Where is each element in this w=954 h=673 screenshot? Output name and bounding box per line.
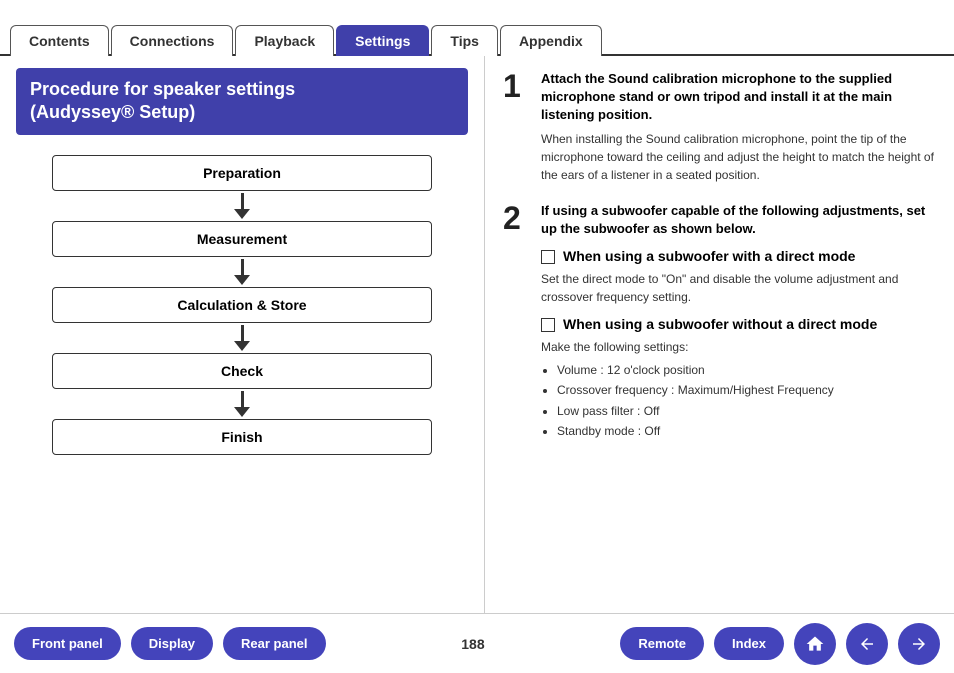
bullet-crossover: Crossover frequency : Maximum/Highest Fr…	[557, 380, 936, 400]
bottom-bar: Front panel Display Rear panel 188 Remot…	[0, 613, 954, 673]
forward-button[interactable]	[898, 623, 940, 665]
step-1-content: Attach the Sound calibration microphone …	[541, 70, 936, 184]
arrow-3	[234, 325, 250, 351]
panel-title: Procedure for speaker settings (Audyssey…	[16, 68, 468, 135]
remote-button[interactable]: Remote	[620, 627, 704, 660]
main-content: Procedure for speaker settings (Audyssey…	[0, 56, 954, 613]
sub-desc-direct-mode: Set the direct mode to "On" and disable …	[541, 270, 936, 306]
bullet-list: Volume : 12 o'clock position Crossover f…	[541, 360, 936, 442]
flow-step-measurement: Measurement	[52, 221, 432, 257]
checkbox-icon-2	[541, 318, 555, 332]
step-1-desc: When installing the Sound calibration mi…	[541, 130, 936, 184]
flowchart: Preparation Measurement Calculation & St…	[16, 151, 468, 459]
tab-settings[interactable]: Settings	[336, 25, 429, 56]
bullet-standby: Standby mode : Off	[557, 421, 936, 441]
index-button[interactable]: Index	[714, 627, 784, 660]
left-panel: Procedure for speaker settings (Audyssey…	[0, 56, 485, 613]
sub-label-direct-mode: When using a subwoofer with a direct mod…	[563, 248, 855, 264]
tab-tips[interactable]: Tips	[431, 25, 498, 56]
arrow-2	[234, 259, 250, 285]
display-button[interactable]: Display	[131, 627, 213, 660]
tab-appendix[interactable]: Appendix	[500, 25, 602, 56]
step-1-title: Attach the Sound calibration microphone …	[541, 70, 936, 125]
sub-intro-no-direct-mode: Make the following settings:	[541, 338, 936, 356]
page-number: 188	[336, 636, 611, 652]
sub-section-direct-mode: When using a subwoofer with a direct mod…	[541, 248, 936, 306]
sub-label-no-direct-mode: When using a subwoofer without a direct …	[563, 316, 877, 332]
bullet-lowpass: Low pass filter : Off	[557, 401, 936, 421]
step-2-title: If using a subwoofer capable of the foll…	[541, 202, 936, 238]
rear-panel-button[interactable]: Rear panel	[223, 627, 325, 660]
home-icon	[805, 634, 825, 654]
arrow-4	[234, 391, 250, 417]
back-button[interactable]	[846, 623, 888, 665]
step-2-block: 2 If using a subwoofer capable of the fo…	[503, 202, 936, 452]
forward-arrow-icon	[910, 635, 928, 653]
step-1-number: 1	[503, 70, 531, 184]
step-2-content: If using a subwoofer capable of the foll…	[541, 202, 936, 452]
top-navigation: Contents Connections Playback Settings T…	[0, 0, 954, 56]
flow-step-calculation: Calculation & Store	[52, 287, 432, 323]
checkbox-icon-1	[541, 250, 555, 264]
flow-step-preparation: Preparation	[52, 155, 432, 191]
front-panel-button[interactable]: Front panel	[14, 627, 121, 660]
bullet-volume: Volume : 12 o'clock position	[557, 360, 936, 380]
back-arrow-icon	[858, 635, 876, 653]
tab-connections[interactable]: Connections	[111, 25, 234, 56]
step-2-number: 2	[503, 202, 531, 452]
sub-title-direct-mode: When using a subwoofer with a direct mod…	[541, 248, 936, 264]
step-1-block: 1 Attach the Sound calibration microphon…	[503, 70, 936, 184]
flow-step-finish: Finish	[52, 419, 432, 455]
tab-contents[interactable]: Contents	[10, 25, 109, 56]
right-panel: 1 Attach the Sound calibration microphon…	[485, 56, 954, 613]
sub-section-no-direct-mode: When using a subwoofer without a direct …	[541, 316, 936, 442]
arrow-1	[234, 193, 250, 219]
sub-title-no-direct-mode: When using a subwoofer without a direct …	[541, 316, 936, 332]
home-button[interactable]	[794, 623, 836, 665]
tab-playback[interactable]: Playback	[235, 25, 334, 56]
flow-step-check: Check	[52, 353, 432, 389]
